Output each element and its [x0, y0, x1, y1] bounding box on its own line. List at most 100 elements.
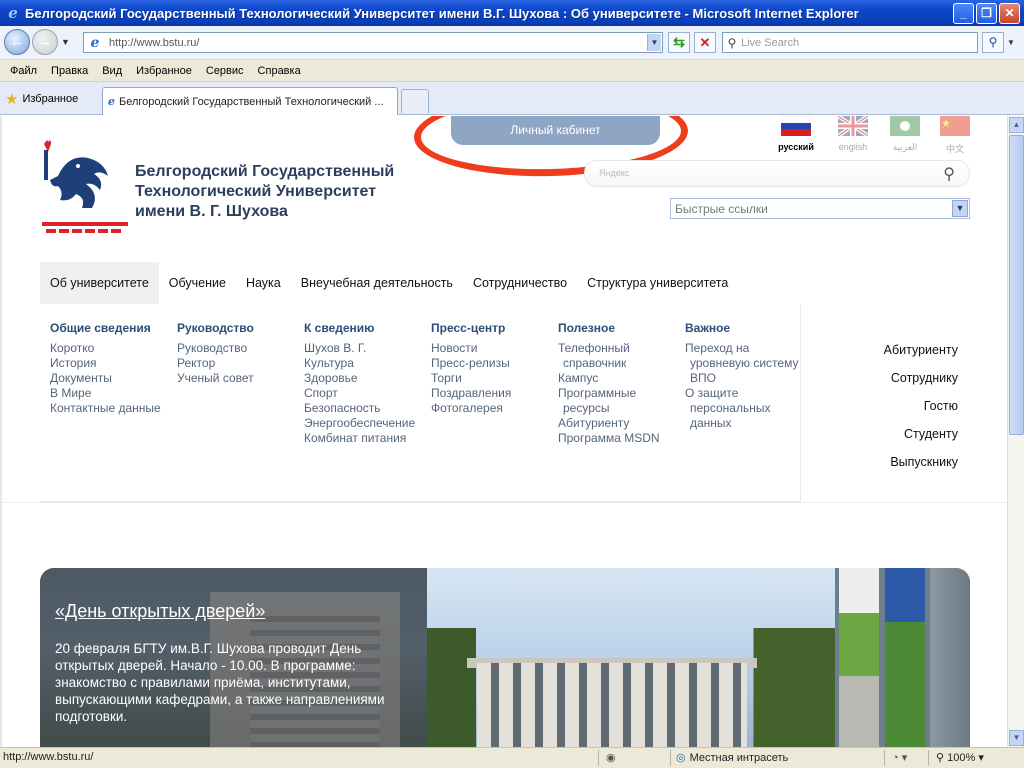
search-go-button[interactable]: ⚲: [982, 32, 1004, 53]
nav-education[interactable]: Обучение: [159, 262, 236, 304]
about-submenu: Общие сведения Коротко История Документы…: [40, 304, 801, 502]
ie-icon: e: [8, 4, 18, 22]
submenu-link[interactable]: Фотогалерея: [431, 401, 511, 416]
banner-thumbnail[interactable]: [930, 568, 970, 747]
audience-guest[interactable]: Гостю: [884, 398, 958, 426]
menu-file[interactable]: Файл: [3, 65, 44, 77]
submenu-link[interactable]: Культура: [304, 356, 415, 371]
submenu-link[interactable]: Документы: [50, 371, 161, 386]
scroll-up-icon[interactable]: ▲: [1009, 117, 1024, 133]
submenu-link[interactable]: Коротко: [50, 341, 161, 356]
security-zone[interactable]: ◎ Местная интрасеть: [676, 751, 788, 764]
menu-favorites[interactable]: Избранное: [129, 65, 199, 77]
submenu-link[interactable]: Поздравления: [431, 386, 511, 401]
zoom-level[interactable]: ⚲ 100% ▾: [936, 751, 984, 764]
audience-applicant[interactable]: Абитуриенту: [884, 342, 958, 370]
history-dropdown-icon[interactable]: ▼: [61, 37, 70, 47]
scroll-thumb[interactable]: [1009, 135, 1024, 435]
submenu-link[interactable]: Кампус: [558, 371, 660, 386]
scroll-down-icon[interactable]: ▼: [1009, 730, 1024, 746]
address-url[interactable]: http://www.bstu.ru/: [103, 37, 647, 49]
nav-science[interactable]: Наука: [236, 262, 291, 304]
menu-help[interactable]: Справка: [251, 65, 308, 77]
audience-student[interactable]: Студенту: [884, 426, 958, 454]
tab-bar: ★ Избранное e Белгородский Государственн…: [0, 82, 1024, 115]
forward-button[interactable]: →: [32, 29, 58, 55]
nav-structure[interactable]: Структура университета: [577, 262, 738, 304]
tab-bstu[interactable]: e Белгородский Государственный Технологи…: [102, 87, 398, 115]
submenu-link[interactable]: данных: [685, 416, 798, 431]
menu-edit[interactable]: Правка: [44, 65, 95, 77]
nav-cooperation[interactable]: Сотрудничество: [463, 262, 577, 304]
banner-thumbnail[interactable]: [839, 568, 879, 747]
search-options-icon[interactable]: ▼: [1007, 38, 1015, 47]
submenu-link[interactable]: История: [50, 356, 161, 371]
menu-view[interactable]: Вид: [95, 65, 129, 77]
search-icon: ⚲: [727, 35, 737, 50]
column-heading[interactable]: Пресс-центр: [431, 321, 511, 335]
chevron-down-icon[interactable]: ▼: [952, 200, 968, 217]
submenu-link[interactable]: О защите: [685, 386, 798, 401]
submenu-link[interactable]: Комбинат питания: [304, 431, 415, 446]
submenu-link[interactable]: Ректор: [177, 356, 254, 371]
privacy-icon[interactable]: ◉: [606, 751, 616, 764]
submenu-link[interactable]: Энергообеспечение: [304, 416, 415, 431]
live-search-input[interactable]: ⚲ Live Search: [722, 32, 978, 53]
column-heading[interactable]: Общие сведения: [50, 321, 161, 335]
submenu-link[interactable]: Контактные данные: [50, 401, 161, 416]
address-dropdown-icon[interactable]: ▼: [647, 34, 661, 51]
submenu-link[interactable]: Новости: [431, 341, 511, 356]
column-heading[interactable]: Руководство: [177, 321, 254, 335]
submenu-link[interactable]: Ученый совет: [177, 371, 254, 386]
column-heading[interactable]: К сведению: [304, 321, 415, 335]
submenu-link[interactable]: Переход на: [685, 341, 798, 356]
search-icon[interactable]: ⚲: [943, 164, 955, 184]
lang-chinese[interactable]: 中文: [931, 116, 979, 155]
banner-title[interactable]: «День открытых дверей»: [55, 601, 265, 622]
maximize-button[interactable]: ❐: [976, 2, 997, 24]
submenu-link[interactable]: ресурсы: [558, 401, 660, 416]
nav-about[interactable]: Об университете: [40, 262, 159, 304]
submenu-link[interactable]: персональных: [685, 401, 798, 416]
protected-mode-icon[interactable]: ◔ ▾: [892, 751, 907, 764]
refresh-button[interactable]: ⇆: [668, 32, 690, 53]
column-heading[interactable]: Важное: [685, 321, 798, 335]
minimize-button[interactable]: _: [953, 2, 974, 24]
audience-staff[interactable]: Сотруднику: [884, 370, 958, 398]
audience-graduate[interactable]: Выпускнику: [884, 454, 958, 482]
submenu-link[interactable]: Шухов В. Г.: [304, 341, 415, 356]
lang-russian[interactable]: русский: [772, 116, 820, 152]
submenu-link[interactable]: Телефонный: [558, 341, 660, 356]
lang-english[interactable]: english: [829, 116, 877, 152]
submenu-link[interactable]: ВПО: [685, 371, 798, 386]
nav-extracurricular[interactable]: Внеучебная деятельность: [291, 262, 463, 304]
stop-button[interactable]: ✕: [694, 32, 716, 53]
lang-arabic[interactable]: العربية: [881, 116, 929, 153]
vertical-scrollbar[interactable]: ▲ ▼: [1007, 116, 1024, 747]
banner-thumbnail[interactable]: [885, 568, 925, 747]
submenu-link[interactable]: Здоровье: [304, 371, 415, 386]
new-tab-button[interactable]: [401, 89, 429, 113]
address-field[interactable]: e http://www.bstu.ru/ ▼: [83, 32, 663, 53]
close-button[interactable]: ✕: [999, 2, 1020, 24]
submenu-link[interactable]: Пресс-релизы: [431, 356, 511, 371]
submenu-link[interactable]: справочник: [558, 356, 660, 371]
submenu-link[interactable]: Руководство: [177, 341, 254, 356]
submenu-link[interactable]: Абитуриенту: [558, 416, 660, 431]
submenu-link[interactable]: Спорт: [304, 386, 415, 401]
site-search-input[interactable]: Яндекс ⚲: [584, 160, 970, 187]
submenu-link[interactable]: Программные: [558, 386, 660, 401]
submenu-link[interactable]: уровневую систему: [685, 356, 798, 371]
favorites-button[interactable]: ★ Избранное: [5, 90, 78, 108]
back-button[interactable]: ←: [4, 29, 30, 55]
submenu-link[interactable]: Программа MSDN: [558, 431, 660, 446]
quick-links-select[interactable]: Быстрые ссылки ▼: [670, 198, 970, 219]
submenu-link[interactable]: Безопасность: [304, 401, 415, 416]
column-heading[interactable]: Полезное: [558, 321, 660, 335]
submenu-link[interactable]: В Мире: [50, 386, 161, 401]
university-name-line: Белгородский Государственный: [135, 163, 395, 180]
submenu-link[interactable]: Торги: [431, 371, 511, 386]
menu-tools[interactable]: Сервис: [199, 65, 251, 77]
status-separator: [670, 750, 671, 766]
tab-title: Белгородский Государственный Технологиче…: [119, 95, 384, 108]
